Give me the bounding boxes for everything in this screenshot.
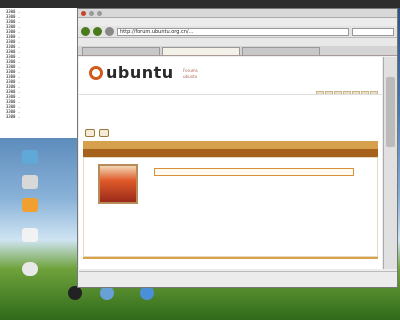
- reply-button[interactable]: [85, 129, 95, 137]
- forward-icon[interactable]: [93, 27, 102, 36]
- browser-tab[interactable]: [242, 47, 320, 55]
- nav-tab[interactable]: [316, 91, 324, 94]
- reload-icon[interactable]: [105, 27, 114, 36]
- desktop-dock: [62, 286, 182, 316]
- breadcrumb: [79, 95, 382, 119]
- site-subtitle: Forums ubuntu: [183, 68, 198, 79]
- desktop-icon[interactable]: [16, 262, 44, 277]
- thread-header-bar: [83, 141, 378, 149]
- nav-tab[interactable]: [352, 91, 360, 94]
- nav-tab[interactable]: [370, 91, 378, 94]
- dock-item[interactable]: [94, 286, 120, 302]
- top-panel: [0, 0, 400, 8]
- desktop-icon[interactable]: [16, 150, 44, 165]
- page-content: ubuntu Forums ubuntu: [79, 57, 382, 269]
- nav-tab[interactable]: [361, 91, 369, 94]
- bookmarks-bar: [78, 38, 397, 46]
- dock-item[interactable]: [134, 286, 160, 302]
- tab-strip: [78, 46, 397, 56]
- vertical-scrollbar[interactable]: [383, 57, 397, 269]
- nav-tab[interactable]: [334, 91, 342, 94]
- scrollbar-thumb[interactable]: [386, 77, 395, 147]
- title-bar: [78, 9, 397, 18]
- terminal-window[interactable]: 3300 . 3300 . 3300 . 3300 . 3300 . 3300 …: [0, 8, 80, 138]
- desktop: 3300 . 3300 . 3300 . 3300 . 3300 . 3300 …: [0, 0, 400, 320]
- menu-bar: [78, 18, 397, 26]
- circle-of-friends-icon: [89, 65, 103, 80]
- post: [83, 157, 378, 257]
- navigation-toolbar: http://forum.ubuntu.org.cn/...: [78, 26, 397, 38]
- post-quote: [154, 168, 354, 176]
- post-header-bar: [83, 149, 378, 157]
- site-header: ubuntu Forums ubuntu: [79, 57, 382, 95]
- desktop-icon[interactable]: [16, 198, 44, 213]
- thread-actions: [79, 128, 382, 138]
- maximize-icon[interactable]: [97, 10, 102, 16]
- browser-window: http://forum.ubuntu.org.cn/... ubuntu Fo…: [77, 8, 398, 288]
- status-bar: [79, 271, 397, 287]
- desktop-icon[interactable]: [16, 228, 44, 243]
- terminal-line: 3300 .: [1, 114, 26, 119]
- dock-item[interactable]: [62, 286, 88, 302]
- nav-tab[interactable]: [325, 91, 333, 94]
- new-topic-button[interactable]: [99, 129, 109, 137]
- url-input[interactable]: http://forum.ubuntu.org.cn/...: [117, 27, 349, 36]
- browser-tab-active[interactable]: [162, 47, 240, 55]
- avatar: [98, 164, 138, 204]
- browser-tab[interactable]: [82, 47, 160, 55]
- minimize-icon[interactable]: [89, 10, 94, 16]
- nav-tab[interactable]: [343, 91, 351, 94]
- back-icon[interactable]: [81, 27, 90, 36]
- post-footer: [83, 259, 378, 269]
- thread-title[interactable]: [79, 119, 382, 128]
- close-icon[interactable]: [81, 10, 86, 16]
- site-nav: [316, 91, 378, 94]
- desktop-icon[interactable]: [16, 175, 44, 190]
- search-input[interactable]: [352, 27, 394, 36]
- ubuntu-logo[interactable]: ubuntu: [89, 63, 174, 82]
